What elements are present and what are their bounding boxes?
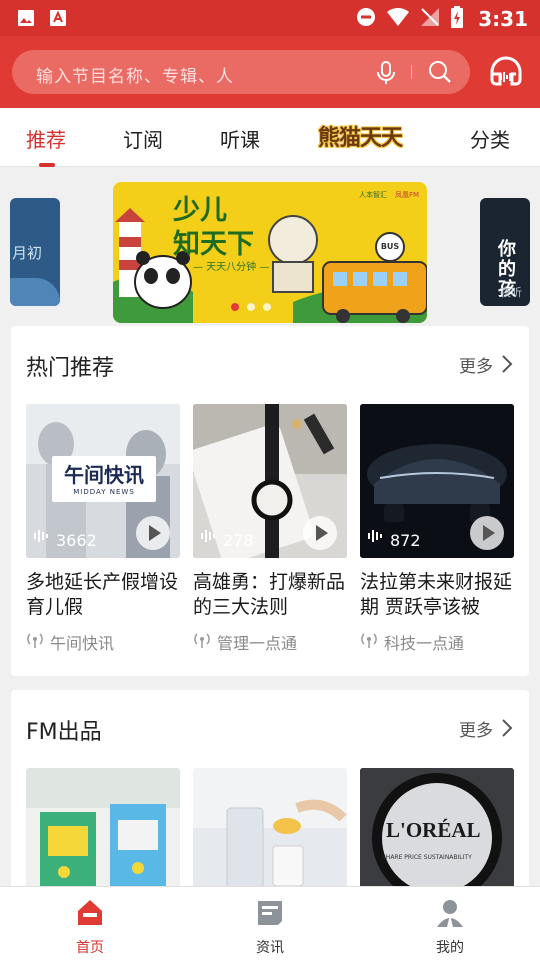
section-hot-recommend: 热门推荐 更多 午间快讯 MIDDAY NEWS 3662 多地延长产假增设育儿… <box>11 326 529 676</box>
home-icon <box>74 900 106 933</box>
audio-wave-icon <box>200 528 218 547</box>
broadcast-icon <box>26 631 44 653</box>
nav-news[interactable]: 资讯 <box>230 897 310 957</box>
tab-recommend[interactable]: 推荐 <box>26 124 66 153</box>
nav-home[interactable]: 首页 <box>50 897 130 957</box>
program-title[interactable]: 多地延长产假增设育儿假 <box>26 570 180 620</box>
carousel-dots <box>231 303 271 311</box>
banner-logo-fm: 凤凰FM <box>395 191 420 199</box>
banner-next-preview[interactable]: 你的孩 夜听 <box>480 198 530 306</box>
banner-title-line2: 知天下 <box>173 229 254 260</box>
section-title: 热门推荐 <box>26 356 115 381</box>
program-card[interactable]: 278 高雄勇：打爆新品的三大法则 管理一点通 <box>193 404 347 654</box>
search-divider <box>411 65 412 79</box>
program-title[interactable]: 高雄勇：打爆新品的三大法则 <box>193 570 347 620</box>
program-thumbnail[interactable]: 278 <box>193 404 347 558</box>
banner-prev-text: 月初 <box>12 244 43 262</box>
tab-categories[interactable]: 分类 <box>470 124 510 153</box>
program-source-label: 午间快讯 <box>50 634 115 653</box>
program-thumbnail[interactable]: 872 <box>360 404 514 558</box>
audio-wave-icon <box>33 528 51 547</box>
app-notification-icon <box>48 8 68 28</box>
thumbnail-caption: 午间快讯 <box>64 463 144 487</box>
nav-news-label: 资讯 <box>256 940 284 956</box>
program-source-label: 科技一点通 <box>384 634 465 653</box>
wifi-icon <box>386 7 410 31</box>
play-icon[interactable] <box>470 516 504 550</box>
active-tab-indicator <box>39 163 55 167</box>
news-icon <box>254 901 286 933</box>
more-link[interactable]: 更多 <box>459 352 493 377</box>
dnd-icon <box>356 7 376 31</box>
search-input[interactable]: 输入节目名称、专辑、人 <box>36 62 234 87</box>
nav-profile-label: 我的 <box>436 940 464 956</box>
banner-prev-preview[interactable]: 月初 <box>10 198 60 306</box>
carousel-dot <box>263 303 271 311</box>
search-icon[interactable] <box>428 60 452 88</box>
more-link[interactable]: 更多 <box>459 716 493 741</box>
profile-icon <box>434 900 466 933</box>
program-title[interactable]: 法拉第未来财报延期 贾跃亭该被 <box>360 570 514 620</box>
program-card[interactable]: 872 法拉第未来财报延期 贾跃亭该被 科技一点通 <box>360 404 514 654</box>
carousel-dot-active <box>231 303 239 311</box>
banner-carousel[interactable]: 月初 少儿 知天下 — 天天八分钟 — 人本智汇 凤凰FM BUS 你的孩 夜听 <box>0 168 540 326</box>
program-source[interactable]: 管理一点通 <box>193 630 347 654</box>
banner-title: 少儿 知天下 <box>173 194 254 262</box>
no-signal-icon <box>420 7 440 31</box>
banner-logo-renben: 人本智汇 <box>359 191 387 199</box>
clock: 3:31 <box>478 7 528 31</box>
play-icon[interactable] <box>303 516 337 550</box>
program-source-label: 管理一点通 <box>217 634 298 653</box>
thumbnail-caption: L'ORÉAL <box>386 818 481 842</box>
thumbnail-subcaption: SHARE PRICE SUSTAINABILITY <box>382 854 472 861</box>
tab-courses[interactable]: 听课 <box>220 124 260 153</box>
broadcast-icon <box>193 631 211 653</box>
banner-title-line1: 少儿 <box>173 195 227 226</box>
gallery-notification-icon <box>16 8 36 28</box>
battery-charging-icon <box>450 6 464 32</box>
tab-panda-daily[interactable]: 熊猫天天 <box>318 120 403 152</box>
play-count: 3662 <box>56 531 97 550</box>
wave-decoration <box>10 278 60 306</box>
audio-player-icon[interactable] <box>486 50 526 94</box>
program-source[interactable]: 午间快讯 <box>26 630 180 654</box>
play-icon[interactable] <box>136 516 170 550</box>
broadcast-icon <box>360 631 378 653</box>
play-count: 278 <box>223 531 254 550</box>
banner-subtitle: — 天天八分钟 — <box>193 262 270 273</box>
category-tabs: 推荐 订阅 听课 熊猫天天 分类 <box>0 108 540 167</box>
chevron-right-icon[interactable] <box>501 718 513 742</box>
tab-subscribe[interactable]: 订阅 <box>123 124 163 153</box>
search-header: 输入节目名称、专辑、人 <box>0 36 540 108</box>
program-thumbnail[interactable]: 午间快讯 MIDDAY NEWS 3662 <box>26 404 180 558</box>
carousel-dot <box>247 303 255 311</box>
bottom-navigation: 首页 资讯 我的 <box>0 886 540 960</box>
search-bar[interactable]: 输入节目名称、专辑、人 <box>12 50 470 94</box>
banner-slide[interactable]: 少儿 知天下 — 天天八分钟 — 人本智汇 凤凰FM BUS <box>113 182 427 323</box>
midday-news-logo: 午间快讯 MIDDAY NEWS <box>52 456 156 502</box>
program-source[interactable]: 科技一点通 <box>360 630 514 654</box>
section-title: FM出品 <box>26 720 102 745</box>
bus-sign: BUS <box>375 232 405 262</box>
program-card[interactable]: 午间快讯 MIDDAY NEWS 3662 多地延长产假增设育儿假 午间快讯 <box>26 404 180 654</box>
status-bar: 3:31 <box>0 0 540 36</box>
section-fm-produced: FM出品 更多 L'ORÉAL SHARE PRICE SUSTAINABILI… <box>11 690 529 922</box>
nav-home-label: 首页 <box>76 940 104 956</box>
audio-wave-icon <box>367 528 385 547</box>
chevron-right-icon[interactable] <box>501 354 513 378</box>
thumbnail-subcaption: MIDDAY NEWS <box>73 488 135 496</box>
banner-next-sub: 夜听 <box>500 286 522 299</box>
play-count: 872 <box>390 531 421 550</box>
microphone-icon[interactable] <box>376 61 396 89</box>
nav-profile[interactable]: 我的 <box>410 897 490 957</box>
